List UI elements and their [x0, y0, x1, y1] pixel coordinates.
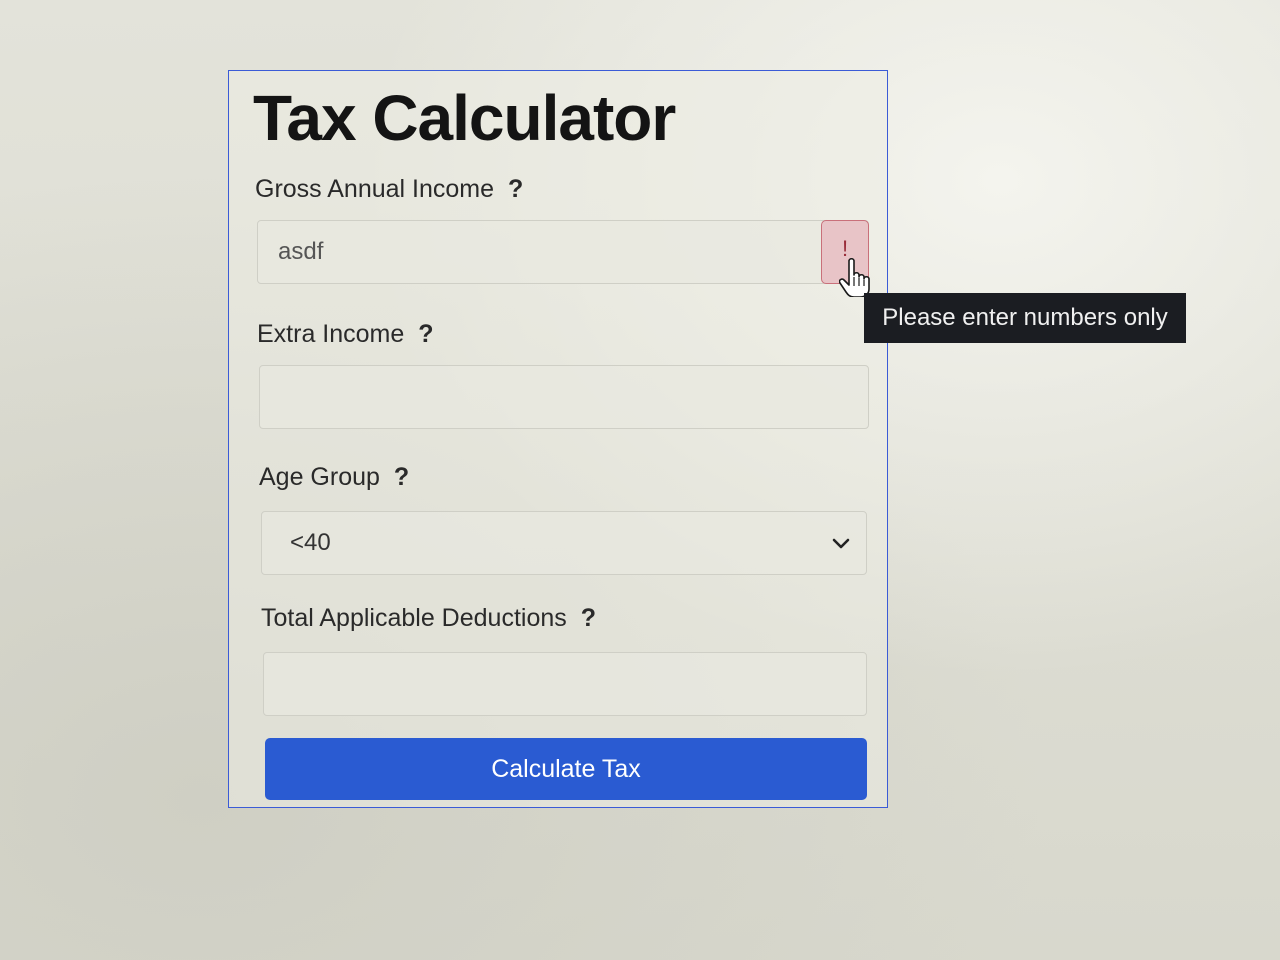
gross-income-value: asdf [278, 238, 324, 265]
calculate-tax-button[interactable]: Calculate Tax [265, 738, 867, 800]
tax-calculator-form: Tax Calculator Gross Annual Income? asdf… [228, 70, 888, 808]
age-group-label-text: Age Group [259, 463, 380, 491]
page-title: Tax Calculator [253, 82, 676, 154]
deductions-input[interactable] [263, 652, 867, 716]
gross-income-help-icon[interactable]: ? [508, 175, 523, 203]
age-group-label: Age Group? [259, 463, 409, 492]
hand-pointer-icon [839, 257, 870, 297]
gross-income-input[interactable]: asdf [257, 220, 869, 284]
screen-background: Tax Calculator Gross Annual Income? asdf… [0, 0, 1280, 960]
extra-income-label: Extra Income? [257, 320, 434, 349]
extra-income-input[interactable] [259, 365, 869, 429]
deductions-label: Total Applicable Deductions? [261, 604, 596, 633]
deductions-label-text: Total Applicable Deductions [261, 604, 567, 632]
deductions-help-icon[interactable]: ? [581, 604, 596, 632]
age-group-selected-value: <40 [290, 529, 331, 556]
validation-tooltip: Please enter numbers only [864, 293, 1186, 343]
gross-income-label: Gross Annual Income? [255, 175, 523, 204]
extra-income-help-icon[interactable]: ? [418, 320, 433, 348]
chevron-down-icon [832, 538, 850, 549]
age-group-help-icon[interactable]: ? [394, 463, 409, 491]
gross-income-label-text: Gross Annual Income [255, 175, 495, 203]
extra-income-label-text: Extra Income [257, 320, 405, 348]
age-group-select[interactable]: <40 [261, 511, 867, 575]
